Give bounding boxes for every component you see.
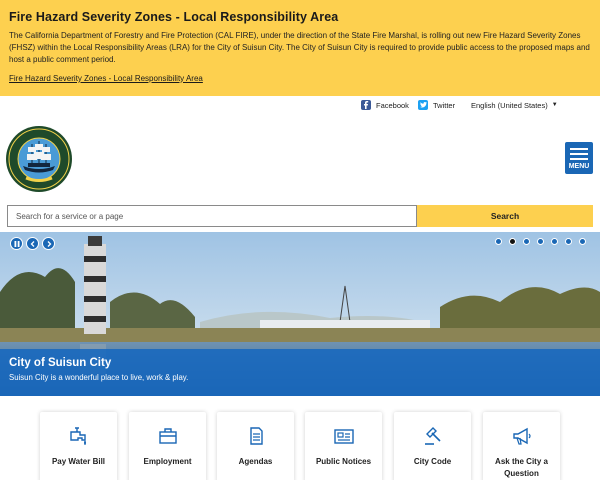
tile-label: Agendas	[238, 457, 273, 466]
slide-dot[interactable]	[523, 238, 530, 245]
megaphone-icon	[512, 427, 531, 445]
tile-pay-water-bill[interactable]: Pay Water Bill	[40, 412, 117, 480]
facebook-label: Facebook	[376, 100, 409, 110]
chevron-left-icon	[30, 240, 34, 247]
briefcase-icon	[158, 428, 177, 444]
chevron-right-icon	[47, 240, 51, 247]
alert-title: Fire Hazard Severity Zones - Local Respo…	[9, 10, 339, 24]
language-select[interactable]: English (United States) ▼	[471, 98, 558, 112]
next-slide-button[interactable]	[42, 237, 55, 250]
menu-label: MENU	[568, 163, 590, 170]
hamburger-icon	[570, 147, 588, 150]
pause-icon	[14, 240, 19, 247]
twitter-icon	[418, 100, 428, 110]
facebook-link[interactable]: Facebook	[361, 98, 409, 112]
utility-bar: Facebook Twitter English (United States)…	[0, 96, 600, 114]
hero-caption: City of Suisun City Suisun City is a won…	[0, 349, 600, 396]
city-seal-logo[interactable]	[6, 126, 72, 192]
language-label: English (United States)	[471, 100, 548, 110]
twitter-label: Twitter	[433, 100, 456, 110]
previous-slide-button[interactable]	[26, 237, 39, 250]
slide-dot[interactable]	[551, 238, 558, 245]
facebook-icon	[361, 100, 371, 110]
tile-employment[interactable]: Employment	[129, 412, 206, 480]
alert-body: The California Department of Forestry an…	[9, 31, 590, 65]
tile-city-code[interactable]: City Code	[394, 412, 471, 480]
alert-link[interactable]: Fire Hazard Severity Zones - Local Respo…	[9, 74, 203, 83]
tile-agendas[interactable]: Agendas	[217, 412, 294, 480]
water-faucet-icon	[69, 427, 86, 445]
newspaper-icon	[333, 429, 354, 444]
tile-label: City Code	[413, 457, 452, 466]
tile-label: Ask the City a Question	[495, 457, 548, 478]
slide-indicators	[495, 238, 593, 245]
twitter-link[interactable]: Twitter	[418, 98, 455, 112]
search-input[interactable]	[7, 205, 417, 227]
chevron-down-icon: ▼	[551, 102, 558, 108]
tile-public-notices[interactable]: Public Notices	[305, 412, 382, 480]
pause-button[interactable]	[10, 237, 23, 250]
slide-dot[interactable]	[565, 238, 572, 245]
hero-title: City of Suisun City	[9, 357, 112, 369]
slide-dot[interactable]	[495, 238, 502, 245]
tile-label: Pay Water Bill	[51, 457, 106, 466]
alert-banner: Fire Hazard Severity Zones - Local Respo…	[0, 0, 600, 96]
menu-button[interactable]: MENU	[565, 142, 593, 174]
slide-dot[interactable]	[509, 238, 516, 245]
search-button[interactable]: Search	[417, 205, 593, 227]
slide-dot[interactable]	[579, 238, 586, 245]
hero-subtitle: Suisun City is a wonderful place to live…	[9, 373, 189, 382]
city-seal-icon	[7, 127, 71, 191]
tile-ask-the-city[interactable]: Ask the City a Question	[483, 412, 560, 480]
tile-label: Public Notices	[315, 457, 372, 466]
gavel-icon	[424, 427, 441, 445]
document-icon	[249, 427, 263, 445]
tile-label: Employment	[143, 457, 192, 466]
slide-dot[interactable]	[537, 238, 544, 245]
